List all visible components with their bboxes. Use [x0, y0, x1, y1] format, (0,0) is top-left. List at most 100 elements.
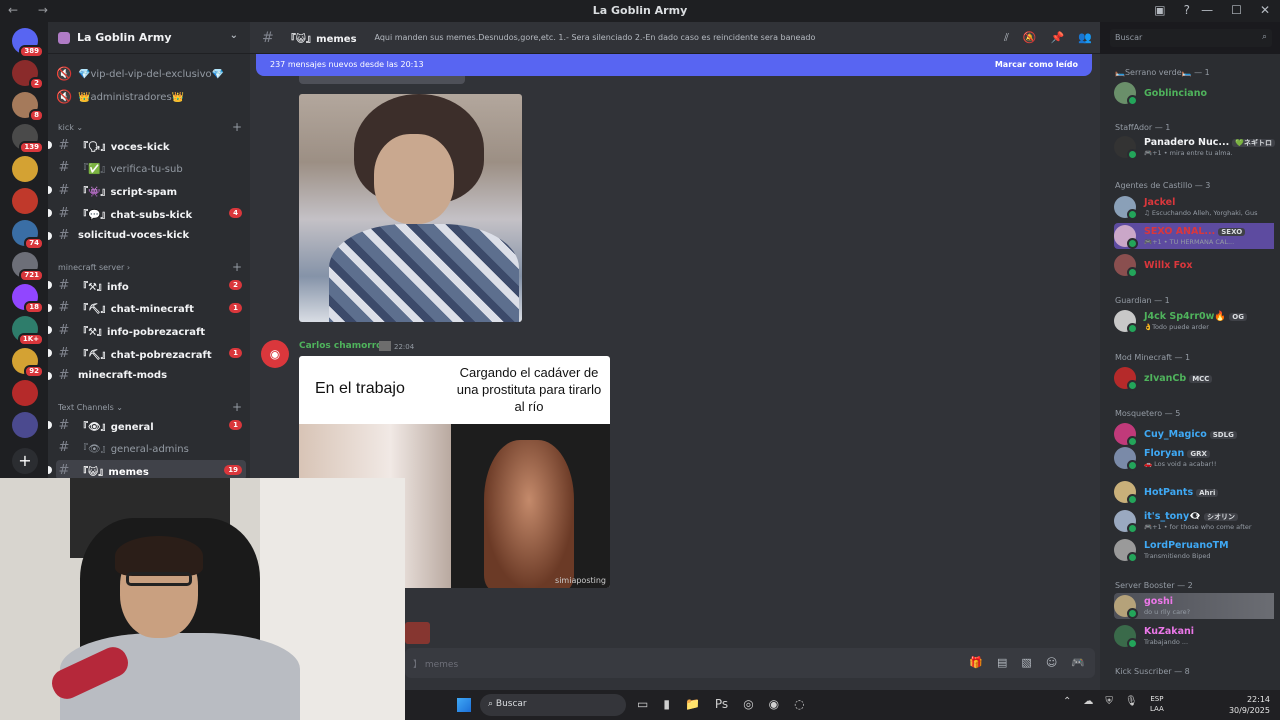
clock[interactable]: 22:14 30/9/2025	[1229, 694, 1270, 716]
pin-icon[interactable]: 📌	[1051, 31, 1065, 45]
mute-bell-icon[interactable]: 🔕	[1023, 31, 1037, 45]
channel-mention-badge: 1	[229, 420, 242, 430]
channel-item[interactable]: # 『👾』script-spam	[48, 180, 246, 200]
member-item[interactable]: J4ck Sp4rr0w🔥 OG 👌Todo puede arder	[1114, 308, 1274, 334]
folder-icon[interactable]: 📁	[685, 697, 700, 711]
category-header[interactable]: minecraft server › +	[58, 260, 242, 274]
member-name-row: Willx Fox	[1144, 260, 1192, 271]
member-group-header: StaffAdor — 1	[1115, 123, 1171, 132]
hash-icon: #	[58, 417, 70, 433]
member-item[interactable]: Goblinciano	[1114, 80, 1274, 106]
guild-header[interactable]: La Goblin Army ⌄	[48, 22, 250, 54]
emoji-icon[interactable]: ☺	[1046, 656, 1057, 669]
channel-item[interactable]: # solicitud-voces-kick	[48, 226, 246, 246]
member-item[interactable]: Jackel ♫ Escuchando Alleh, Yorghaki, Gus	[1114, 194, 1274, 220]
member-item[interactable]: HotPants Ahri	[1114, 479, 1274, 505]
category-header[interactable]: Text Channels ⌄ +	[58, 400, 242, 414]
minimize-button[interactable]: —	[1201, 3, 1213, 17]
channel-item[interactable]: # 『⚒』info-pobrezacraft	[48, 320, 246, 340]
channel-item[interactable]: # 『👁』general 1	[48, 415, 246, 435]
server-icon[interactable]: 18	[12, 284, 44, 314]
member-item[interactable]: KuZakani Trabajando ...	[1114, 623, 1274, 649]
help-icon[interactable]: ?	[1184, 3, 1190, 17]
add-channel-icon[interactable]: +	[232, 260, 242, 274]
chrome-icon[interactable]: ◎	[743, 697, 753, 711]
attachment-thumb[interactable]	[405, 622, 430, 644]
channel-topic[interactable]: Aqui manden sus memes.Desnudos,gore,etc.…	[375, 33, 816, 42]
language-indicator[interactable]: ESP LAA	[1150, 694, 1164, 714]
discord-icon[interactable]: ◉	[769, 697, 779, 711]
new-messages-bar[interactable]: 237 mensajes nuevos desde las 20:13 Marc…	[256, 54, 1092, 76]
member-item[interactable]: Cuy_Magico SDLG	[1114, 421, 1274, 447]
gift-icon[interactable]: 🎁	[969, 656, 983, 669]
taskbar-search[interactable]: ⌕ Buscar	[480, 694, 626, 716]
channel-item[interactable]: 🔇 💎vip-del-vip-del-exclusivo💎	[56, 64, 246, 84]
server-icon[interactable]: 139	[12, 124, 44, 154]
server-icon[interactable]: 74	[12, 220, 44, 250]
app-icon[interactable]: ▮	[663, 697, 670, 711]
image-attachment[interactable]	[299, 94, 522, 322]
channel-item[interactable]: # 『⚒』info 2	[48, 275, 246, 295]
message-author[interactable]: Carlos chamorro	[299, 341, 382, 351]
mark-as-read-button[interactable]: Marcar como leído	[995, 60, 1078, 69]
app2-icon[interactable]: ◌	[794, 697, 804, 711]
cloud-icon[interactable]: ☁	[1083, 696, 1093, 707]
inbox-icon[interactable]: ▣	[1154, 3, 1165, 17]
channel-item[interactable]: # 『✅』verifica-tu-sub	[56, 158, 246, 178]
close-button[interactable]: ✕	[1260, 3, 1270, 17]
channel-item[interactable]: # minecraft-mods	[48, 366, 246, 386]
member-item[interactable]: Panadero Nuc... 💚ネギトロ 🎮+1 • mira entre tu …	[1114, 134, 1275, 160]
channel-item[interactable]: # 『⛏』chat-minecraft 1	[48, 298, 246, 318]
server-icon[interactable]	[12, 412, 38, 438]
add-channel-icon[interactable]: +	[232, 120, 242, 134]
gif-icon[interactable]: ▤	[997, 656, 1007, 669]
server-icon[interactable]	[12, 156, 38, 182]
channel-item[interactable]: 🔇 👑administradores👑	[56, 87, 246, 107]
shield-icon[interactable]: ⛨	[1105, 696, 1113, 707]
sticker-icon[interactable]: ▧	[1021, 656, 1031, 669]
maximize-button[interactable]: ☐	[1231, 3, 1242, 17]
server-icon[interactable]: 1K+	[12, 316, 44, 346]
member-list: 🛏️Serrano verde🛏️ — 1 Goblinciano StaffAdo…	[1100, 54, 1280, 690]
avatar[interactable]: ◉	[261, 340, 289, 368]
server-icon[interactable]: 2	[12, 60, 44, 90]
message-input[interactable]: 】 memes 🎁 ▤ ▧ ☺ 🎮	[405, 648, 1095, 678]
task-view-icon[interactable]: ▭	[637, 697, 648, 711]
server-icon[interactable]: 721	[12, 252, 44, 282]
start-icon[interactable]	[457, 698, 471, 712]
server-icon[interactable]: 8	[12, 92, 44, 122]
channel-item[interactable]: # 『⛏』chat-pobrezacraft 1	[48, 343, 246, 363]
channel-item[interactable]: # 『👁』general-admins	[56, 438, 246, 458]
search-input[interactable]: Buscar ⌕	[1110, 29, 1272, 47]
tray-chevron-icon[interactable]: ⌃	[1063, 696, 1071, 707]
server-icon[interactable]: 389	[12, 28, 44, 58]
member-group-header: 🛏️Serrano verde🛏️ — 1	[1115, 68, 1210, 77]
member-item[interactable]: Floryan GRX 🚗 Los void a acabar!!	[1114, 445, 1274, 471]
member-item[interactable]: Willx Fox	[1114, 252, 1274, 278]
language-code: ESP	[1150, 695, 1164, 703]
mic-tray-icon[interactable]: 🎙	[1125, 696, 1138, 707]
add-server-button[interactable]: +	[12, 448, 38, 474]
member-group-header: Server Booster — 2	[1115, 581, 1193, 590]
add-channel-icon[interactable]: +	[232, 400, 242, 414]
server-icon[interactable]	[12, 188, 38, 214]
threads-icon[interactable]: ⫽	[1004, 31, 1009, 45]
member-item[interactable]: zIvanCb MCC	[1114, 365, 1274, 391]
unread-indicator	[48, 303, 52, 312]
members-icon[interactable]: 👥	[1078, 31, 1092, 45]
member-name-row: LordPeruanoTM	[1144, 540, 1229, 551]
apps-icon[interactable]: 🎮	[1071, 656, 1085, 669]
server-mention-badge: 74	[24, 237, 44, 250]
member-item[interactable]: it's_tony👁‍🗨 シオリン 🎮+1 • for those who come…	[1114, 508, 1274, 534]
member-item[interactable]: goshi do u rlly care?	[1114, 593, 1274, 619]
member-item[interactable]: LordPeruanoTM Transmitiendo Biped	[1114, 537, 1274, 563]
server-icon[interactable]: 92	[12, 348, 44, 378]
channel-item[interactable]: # 『🗣』voces-kick	[48, 135, 246, 155]
chevron-down-icon[interactable]: ⌄	[230, 30, 238, 41]
server-icon[interactable]	[12, 380, 38, 406]
channel-name: 💎vip-del-vip-del-exclusivo💎	[78, 68, 225, 80]
photoshop-icon[interactable]: Ps	[715, 697, 728, 711]
member-item[interactable]: SEXO ANAL... SEXO 🎮+1 • TU HERMANA CAL...	[1114, 223, 1274, 249]
category-header[interactable]: kick ⌄ +	[58, 120, 242, 134]
channel-item[interactable]: # 『💬』chat-subs-kick 4	[48, 203, 246, 223]
